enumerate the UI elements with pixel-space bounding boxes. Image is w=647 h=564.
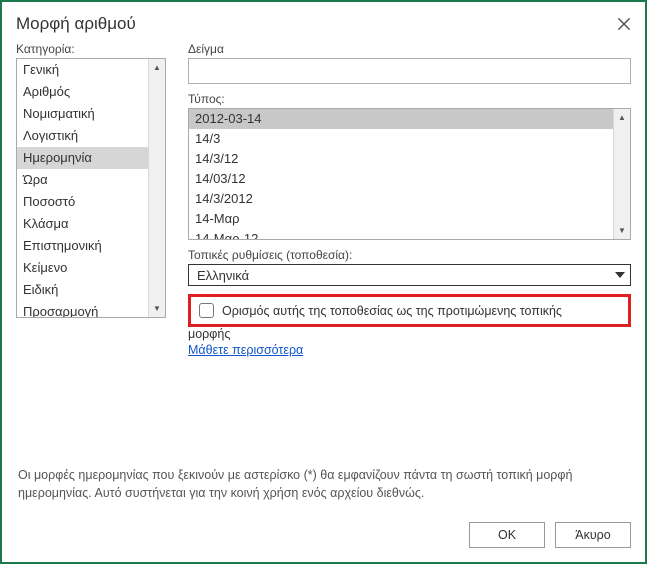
type-item[interactable]: 14/03/12 [189, 169, 613, 189]
learn-more-link[interactable]: Μάθετε περισσότερα [188, 343, 631, 357]
category-item[interactable]: Ημερομηνία [17, 147, 148, 169]
locale-select[interactable]: Ελληνικά [188, 264, 631, 286]
sample-box [188, 58, 631, 84]
number-format-dialog: Μορφή αριθμού Κατηγορία: ΓενικήΑριθμόςΝο… [0, 0, 647, 564]
type-listbox[interactable]: 2012-03-1414/314/3/1214/03/1214/3/201214… [188, 108, 631, 240]
truncated-text: μορφής [188, 327, 631, 341]
scroll-track[interactable] [149, 76, 165, 300]
type-item[interactable]: 2012-03-14 [189, 109, 613, 129]
category-item[interactable]: Γενική [17, 59, 148, 81]
type-item[interactable]: 14-Μαρ [189, 209, 613, 229]
category-item[interactable]: Προσαρμογή [17, 301, 148, 317]
type-item[interactable]: 14/3/2012 [189, 189, 613, 209]
category-item[interactable]: Επιστημονική [17, 235, 148, 257]
type-item[interactable]: 14/3 [189, 129, 613, 149]
category-label: Κατηγορία: [16, 42, 166, 56]
ok-button[interactable]: OK [469, 522, 545, 548]
close-icon[interactable] [615, 15, 633, 33]
scroll-down-icon[interactable]: ▼ [614, 222, 630, 239]
sample-label: Δείγμα [188, 42, 631, 56]
scroll-track[interactable] [614, 126, 630, 222]
category-item[interactable]: Αριθμός [17, 81, 148, 103]
type-item[interactable]: 14-Μαρ-12 [189, 229, 613, 239]
preferred-locale-label: Ορισμός αυτής της τοποθεσίας ως της προτ… [222, 304, 562, 318]
category-item[interactable]: Ώρα [17, 169, 148, 191]
category-item[interactable]: Λογιστική [17, 125, 148, 147]
category-item[interactable]: Κείμενο [17, 257, 148, 279]
type-item[interactable]: 14/3/12 [189, 149, 613, 169]
category-item[interactable]: Ποσοστό [17, 191, 148, 213]
category-item[interactable]: Ειδική [17, 279, 148, 301]
dialog-body: Κατηγορία: ΓενικήΑριθμόςΝομισματικήΛογισ… [2, 42, 645, 512]
category-item[interactable]: Κλάσμα [17, 213, 148, 235]
footnote-text: Οι μορφές ημερομηνίας που ξεκινούν με ασ… [16, 449, 631, 512]
cancel-button[interactable]: Άκυρο [555, 522, 631, 548]
preferred-locale-highlight: Ορισμός αυτής της τοποθεσίας ως της προτ… [188, 294, 631, 327]
preferred-locale-checkbox[interactable] [199, 303, 214, 318]
locale-value: Ελληνικά [189, 268, 610, 283]
dialog-title: Μορφή αριθμού [16, 14, 615, 34]
titlebar: Μορφή αριθμού [2, 2, 645, 42]
category-listbox[interactable]: ΓενικήΑριθμόςΝομισματικήΛογιστικήΗμερομη… [16, 58, 166, 318]
scroll-up-icon[interactable]: ▲ [614, 109, 630, 126]
type-scrollbar[interactable]: ▲ ▼ [613, 109, 630, 239]
category-scrollbar[interactable]: ▲ ▼ [148, 59, 165, 317]
locale-label: Τοπικές ρυθμίσεις (τοποθεσία): [188, 248, 631, 262]
category-item[interactable]: Νομισματική [17, 103, 148, 125]
type-label: Τύπος: [188, 92, 631, 106]
scroll-down-icon[interactable]: ▼ [149, 300, 165, 317]
chevron-down-icon [610, 272, 630, 278]
scroll-up-icon[interactable]: ▲ [149, 59, 165, 76]
button-row: OK Άκυρο [2, 512, 645, 562]
